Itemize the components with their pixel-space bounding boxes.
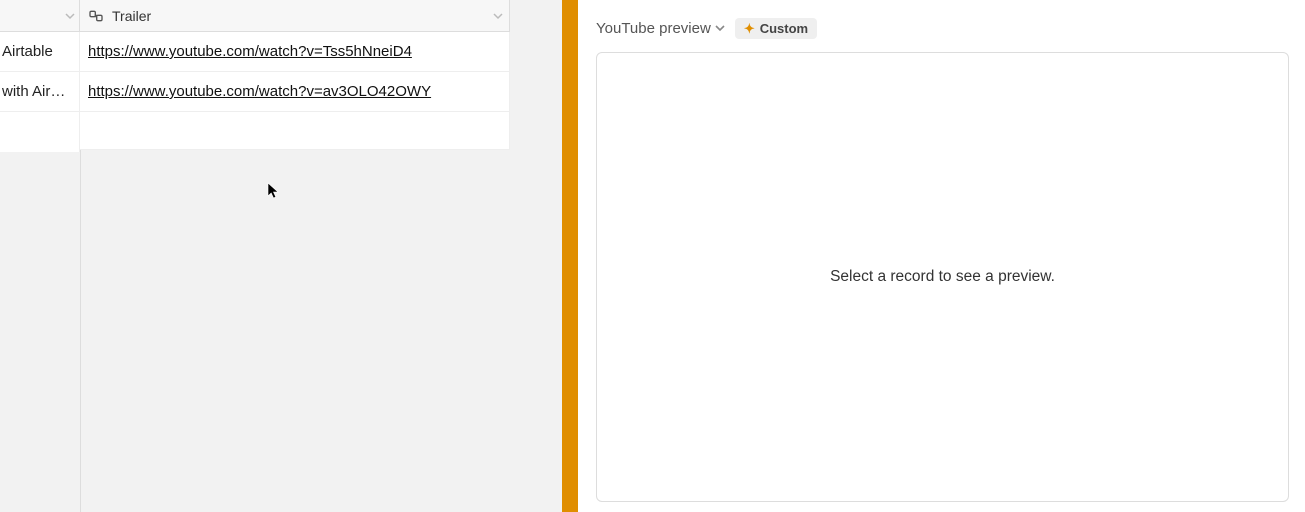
mouse-cursor-icon: [267, 182, 281, 200]
grid-empty-row[interactable]: [80, 112, 510, 150]
url-link[interactable]: https://www.youtube.com/watch?v=av3OLO42…: [88, 83, 431, 100]
sparkle-icon: ✦: [744, 22, 755, 35]
preview-title-dropdown[interactable]: YouTube preview: [596, 20, 725, 37]
row-trailer-cell[interactable]: https://www.youtube.com/watch?v=av3OLO42…: [80, 72, 510, 112]
preview-title: YouTube preview: [596, 20, 711, 37]
preview-box: Select a record to see a preview.: [596, 52, 1289, 502]
table-row[interactable]: Airtable https://www.youtube.com/watch?v…: [0, 32, 510, 72]
column-header-label: Trailer: [112, 8, 151, 24]
grid-header-row: Trailer: [0, 0, 510, 32]
url-link[interactable]: https://www.youtube.com/watch?v=Tss5hNne…: [88, 43, 412, 60]
grid-table: Trailer Airtable https://www.youtube.com…: [0, 0, 510, 150]
table-row[interactable]: with Air… https://www.youtube.com/watch?…: [0, 72, 510, 112]
custom-badge[interactable]: ✦ Custom: [735, 18, 817, 39]
chevron-down-icon: [65, 8, 75, 24]
preview-pane: YouTube preview ✦ Custom Select a record…: [578, 0, 1305, 512]
grid-empty-left: [0, 112, 80, 152]
pane-resize-handle[interactable]: [562, 0, 578, 512]
chevron-down-icon: [715, 20, 725, 37]
grid-pane: Trailer Airtable https://www.youtube.com…: [0, 0, 562, 512]
row-primary-cell[interactable]: with Air…: [0, 72, 80, 112]
chevron-down-icon[interactable]: [493, 8, 503, 24]
row-primary-cell[interactable]: Airtable: [0, 32, 80, 72]
badge-label: Custom: [760, 21, 808, 36]
preview-header: YouTube preview ✦ Custom: [596, 12, 1289, 44]
row-trailer-cell[interactable]: https://www.youtube.com/watch?v=Tss5hNne…: [80, 32, 510, 72]
url-field-icon: [88, 8, 104, 24]
cell-text: Airtable: [2, 43, 53, 60]
grid-header-trailer[interactable]: Trailer: [80, 0, 510, 32]
grid-header-left[interactable]: [0, 0, 80, 32]
preview-placeholder: Select a record to see a preview.: [830, 268, 1055, 286]
cell-text: with Air…: [2, 83, 65, 100]
